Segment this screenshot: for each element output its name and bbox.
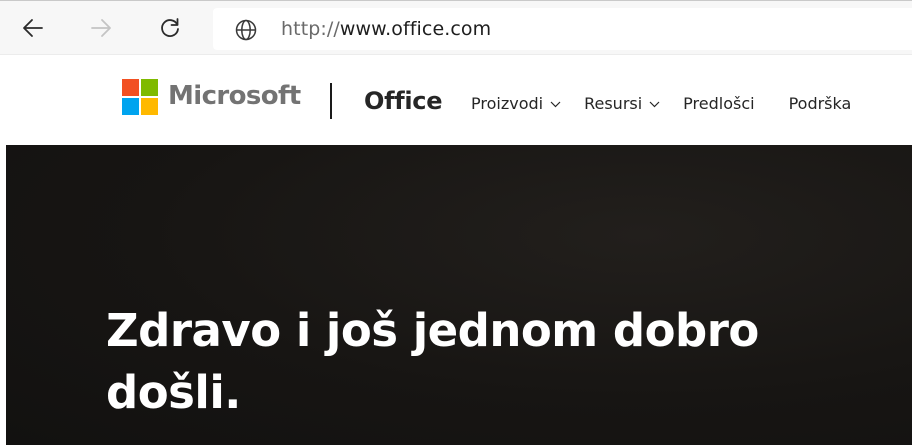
site-header: Microsoft Office Proizvodi Resursi Predl…: [0, 55, 912, 145]
url-text[interactable]: http://www.office.com: [281, 17, 491, 41]
url-scheme: http://: [281, 18, 340, 40]
refresh-button[interactable]: [153, 11, 187, 45]
nav-item-proizvodi[interactable]: Proizvodi: [471, 94, 561, 114]
back-arrow-icon: [23, 19, 43, 37]
browser-toolbar: http://www.office.com: [0, 0, 912, 55]
address-bar[interactable]: http://www.office.com: [213, 8, 912, 50]
nav-item-label: Proizvodi: [471, 94, 544, 113]
brand-divider: [330, 83, 332, 119]
nav-item-label: Resursi: [584, 94, 643, 113]
microsoft-wordmark[interactable]: Microsoft: [168, 81, 301, 111]
globe-icon: [235, 19, 257, 41]
logo-yellow-square: [141, 98, 158, 115]
chevron-down-icon: [649, 101, 660, 107]
nav-item-label: Podrška: [788, 94, 852, 113]
nav-item-resursi[interactable]: Resursi: [584, 94, 660, 114]
chevron-down-icon: [550, 101, 561, 107]
nav-item-label: Predlošci: [683, 94, 755, 113]
logo-red-square: [122, 79, 139, 96]
logo-blue-square: [122, 98, 139, 115]
back-button[interactable]: [16, 11, 50, 45]
logo-green-square: [141, 79, 158, 96]
nav-item-predlosci[interactable]: Predlošci: [683, 94, 754, 114]
microsoft-logo-icon[interactable]: [122, 79, 158, 115]
nav-item-podrska[interactable]: Podrška: [789, 94, 852, 114]
top-navigation: Proizvodi Resursi Predlošci Podrška: [471, 94, 851, 114]
url-host: www.office.com: [339, 18, 492, 40]
hero-heading: Zdravo i još jednom dobro došli.: [106, 304, 759, 419]
browser-window: http://www.office.com Microsoft Office P…: [0, 0, 912, 445]
forward-button[interactable]: [84, 11, 118, 45]
forward-arrow-icon: [91, 19, 111, 37]
office-home-link[interactable]: Office: [364, 86, 443, 116]
refresh-icon: [161, 18, 179, 37]
hero-banner: Zdravo i još jednom dobro došli.: [6, 145, 912, 445]
